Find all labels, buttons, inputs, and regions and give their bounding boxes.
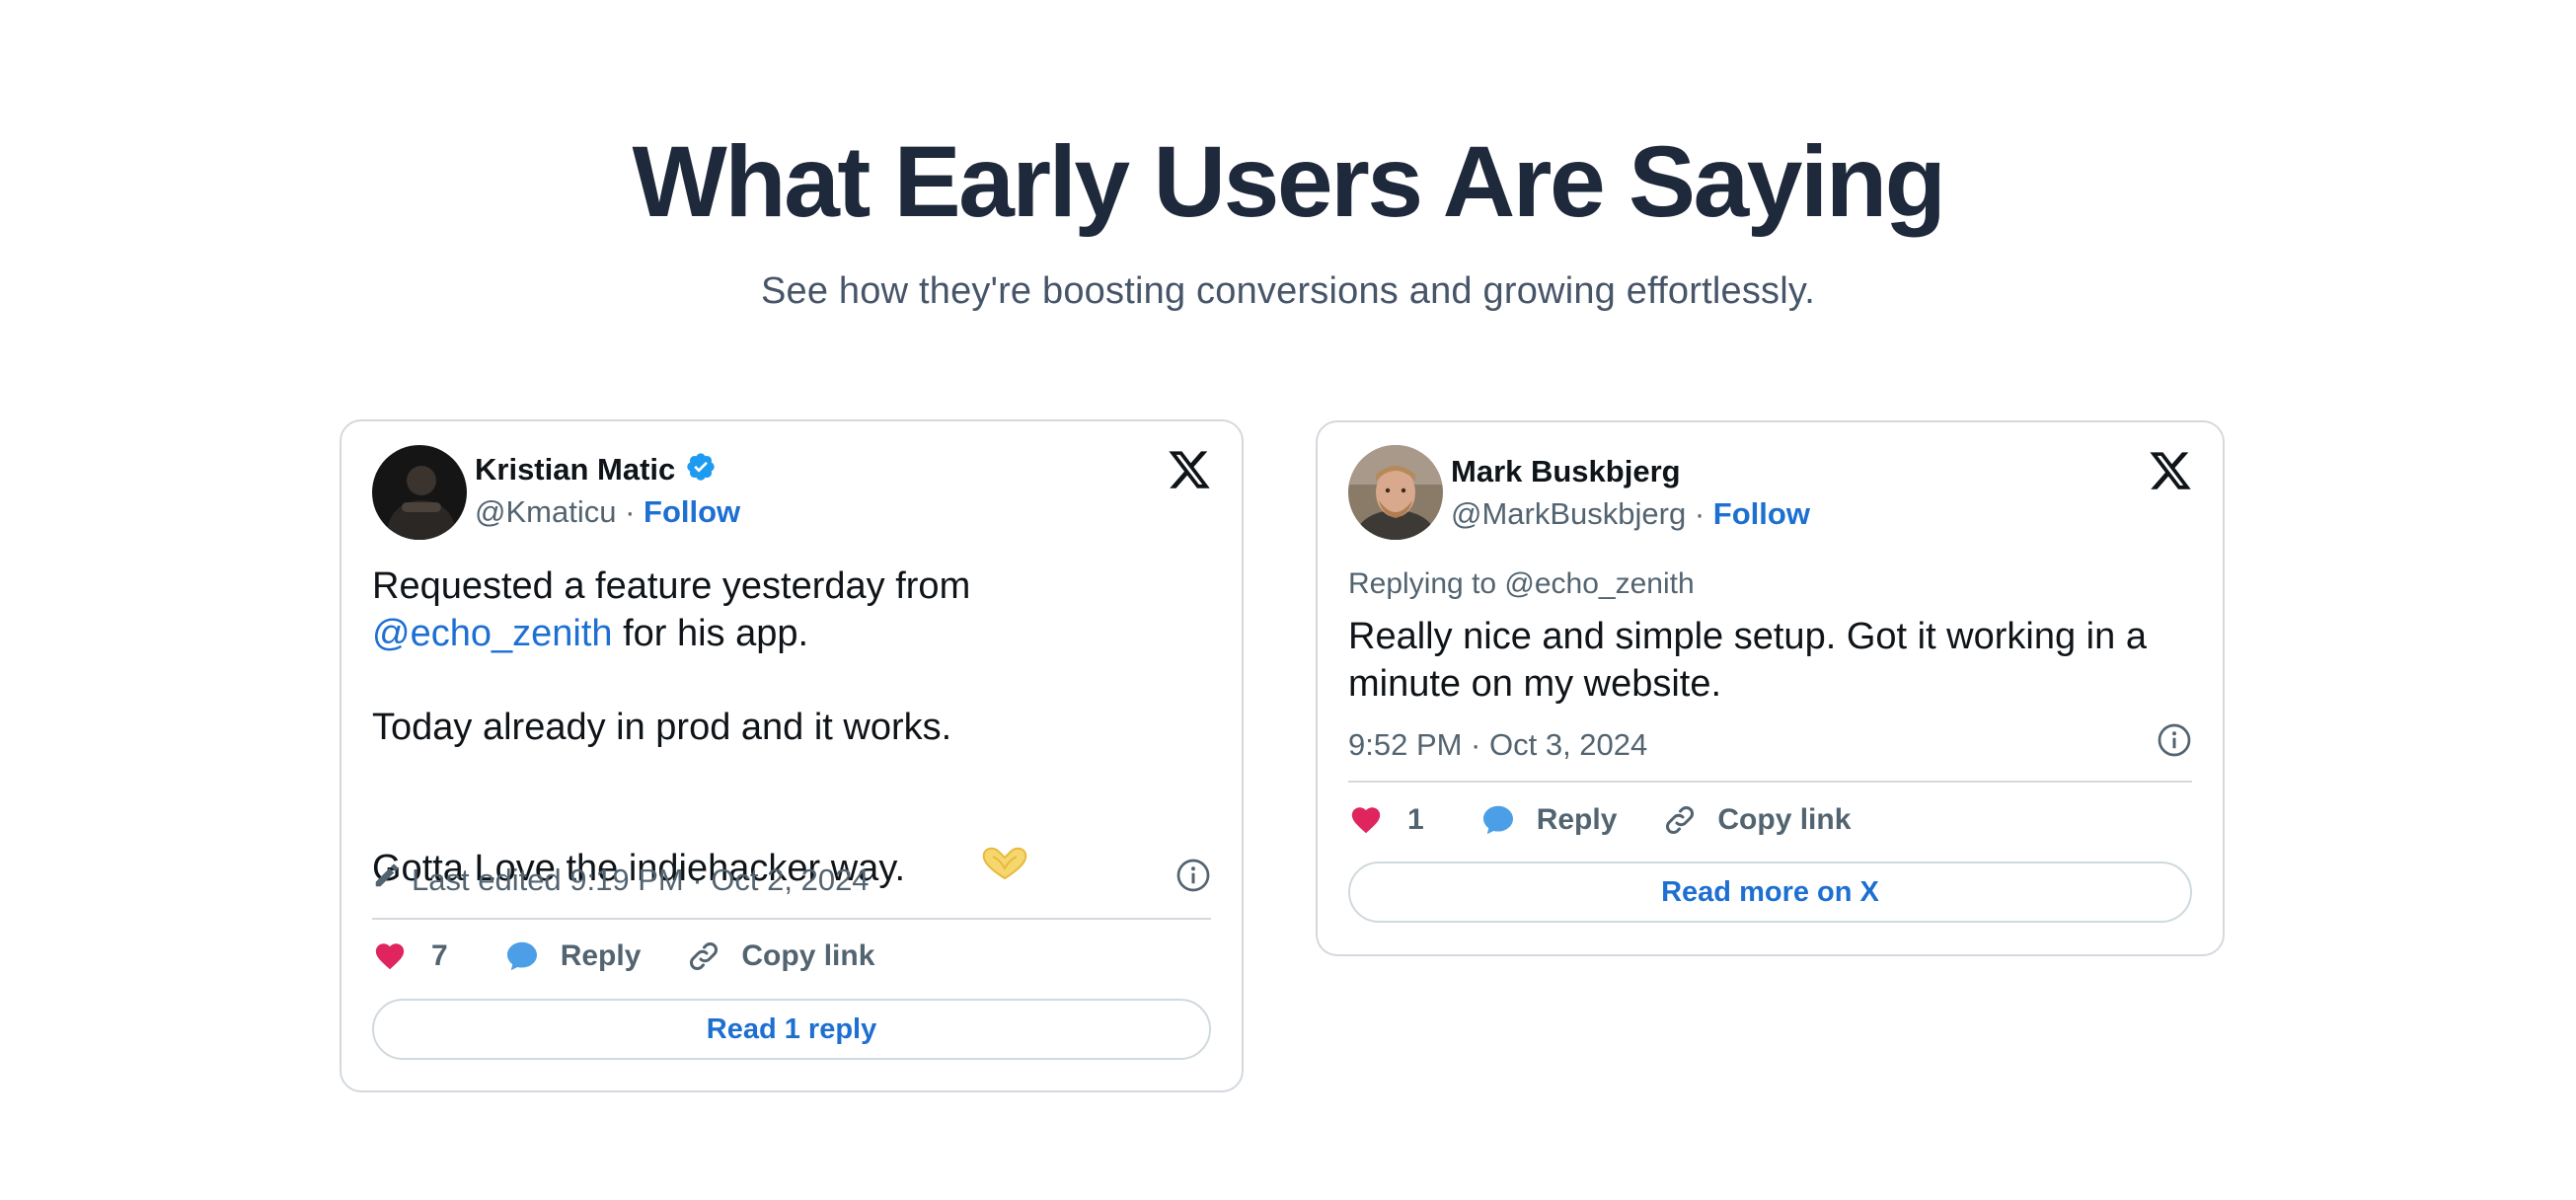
tweet-actions: 7 Reply Copy link [372, 938, 874, 974]
avatar[interactable] [1348, 445, 1443, 540]
tweet-card-mark[interactable]: Mark Buskbjerg @MarkBuskbjerg · Follow R… [1316, 420, 2225, 956]
section-subtitle: See how they're boosting conversions and… [760, 270, 1816, 312]
tweet-meta: Last edited 9:19 PM · Oct 2, 2024 [372, 858, 1211, 901]
replying-to[interactable]: Replying to @echo_zenith [1348, 566, 1695, 602]
handle-row: @MarkBuskbjerg · Follow [1451, 495, 1810, 532]
edit-timestamp[interactable]: Last edited 9:19 PM · Oct 2, 2024 [412, 862, 870, 898]
author-handle[interactable]: @Kmaticu [475, 494, 616, 529]
heart-icon [372, 939, 408, 973]
divider [372, 918, 1211, 920]
info-icon[interactable] [1175, 858, 1211, 901]
tweet-text-line: Today already in prod and it works. [372, 707, 952, 748]
like-button[interactable]: 1 [1348, 802, 1424, 838]
link-icon [686, 938, 721, 974]
author-name[interactable]: Mark Buskbjerg [1451, 453, 1681, 489]
tweet-text-line: @echo_zenith for his app. [372, 610, 808, 657]
author-row: Mark Buskbjerg [1451, 453, 1681, 489]
mention-link[interactable]: @echo_zenith [372, 613, 613, 654]
tweet-timestamp[interactable]: 9:52 PM · Oct 3, 2024 [1348, 726, 1647, 763]
info-icon[interactable] [2157, 722, 2192, 766]
tweet-text-fragment: for his app. [612, 613, 809, 654]
copy-link-label: Copy link [741, 939, 875, 972]
reply-bubble-icon [503, 938, 541, 974]
separator: · [1686, 496, 1713, 531]
copy-link-button[interactable]: Copy link [686, 938, 874, 974]
tweet-text-line: Really nice and simple setup. Got it wor… [1348, 616, 2147, 657]
verified-badge-icon [685, 451, 717, 488]
author-name[interactable]: Kristian Matic [475, 451, 675, 488]
read-more-button[interactable]: Read more on X [1348, 862, 2192, 923]
divider [1348, 781, 2192, 783]
like-button[interactable]: 7 [372, 938, 448, 974]
tweet-text-line: Requested a feature yesterday from [372, 565, 971, 607]
x-logo-icon[interactable] [2148, 448, 2193, 493]
handle-row: @Kmaticu · Follow [475, 493, 740, 530]
separator: · [616, 494, 644, 529]
copy-link-label: Copy link [1717, 803, 1852, 836]
follow-link[interactable]: Follow [1713, 496, 1810, 531]
section-title: What Early Users Are Saying [632, 125, 1946, 238]
author-handle[interactable]: @MarkBuskbjerg [1451, 496, 1686, 531]
reply-label: Reply [1536, 803, 1618, 836]
x-logo-icon[interactable] [1167, 447, 1212, 492]
heart-icon [1348, 803, 1384, 837]
reply-button[interactable]: Reply [503, 938, 642, 974]
like-count: 1 [1407, 803, 1424, 836]
like-count: 7 [431, 939, 448, 972]
reply-bubble-icon [1479, 802, 1517, 838]
link-icon [1662, 802, 1698, 838]
pencil-icon [372, 861, 402, 898]
reply-button[interactable]: Reply [1479, 802, 1618, 838]
avatar[interactable] [372, 445, 467, 540]
tweet-text-line: minute on my website. [1348, 663, 1722, 705]
follow-link[interactable]: Follow [644, 494, 740, 529]
tweet-actions: 1 Reply Copy link [1348, 802, 1851, 838]
tweet-card-kristian[interactable]: Kristian Matic @Kmaticu · Follow Request… [340, 419, 1244, 1092]
author-row: Kristian Matic [475, 451, 717, 488]
reply-label: Reply [560, 939, 642, 972]
copy-link-button[interactable]: Copy link [1662, 802, 1851, 838]
read-replies-button[interactable]: Read 1 reply [372, 999, 1211, 1060]
tweet-meta: 9:52 PM · Oct 3, 2024 [1348, 722, 2192, 766]
